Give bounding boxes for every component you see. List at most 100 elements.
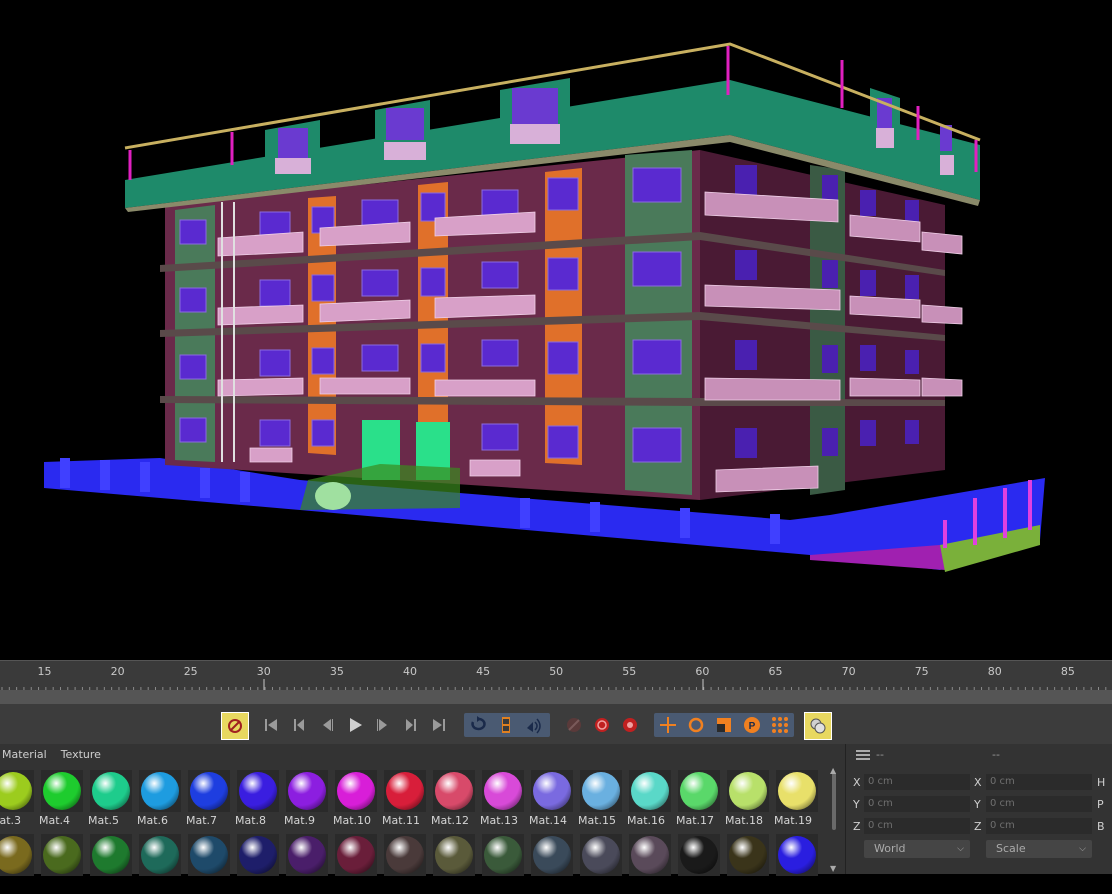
header-right: --	[992, 748, 1000, 761]
timeline-tick-label: 75	[914, 665, 929, 678]
param-key-icon[interactable]	[617, 712, 643, 738]
coordinate-space-value: World	[874, 842, 906, 855]
go-to-end-icon[interactable]	[426, 712, 452, 738]
material-swatch[interactable]	[676, 832, 722, 894]
material-swatch[interactable]: Mat.7	[186, 768, 232, 830]
material-swatch[interactable]: Mat.16	[627, 768, 673, 830]
material-swatch[interactable]	[284, 832, 330, 894]
transform-mode-select[interactable]: Scale ⌵	[986, 840, 1092, 858]
material-ball-icon	[190, 836, 228, 874]
move-icon[interactable]	[655, 712, 681, 738]
material-swatch[interactable]: Mat.3	[0, 768, 36, 830]
material-swatch[interactable]: Mat.17	[676, 768, 722, 830]
material-swatch[interactable]	[529, 832, 575, 894]
record-keys-icon[interactable]	[221, 712, 249, 740]
timeline-tick-label: 15	[37, 665, 52, 678]
timeline-tick-label: 40	[403, 665, 417, 678]
coord-row-y: Y 0 cm Y 0 cm P	[846, 794, 1112, 814]
scroll-down-icon[interactable]: ▼	[830, 864, 836, 873]
scale-z-field[interactable]: 0 cm	[986, 818, 1092, 834]
step-back-icon[interactable]	[314, 712, 340, 738]
material-swatch[interactable]: Mat.14	[529, 768, 575, 830]
loop-icon[interactable]	[465, 712, 491, 738]
material-swatch[interactable]: Mat.5	[88, 768, 134, 830]
material-ball-icon	[386, 772, 424, 810]
rotate-icon[interactable]	[683, 712, 709, 738]
points-icon[interactable]	[767, 712, 793, 738]
material-swatch[interactable]	[431, 832, 477, 894]
material-swatch[interactable]	[333, 832, 379, 894]
position-x-field[interactable]: 0 cm	[864, 774, 970, 790]
timeline-ruler[interactable]: 15 20 25 30 35 40 45 50 55 60 65 70 75 80 85	[0, 660, 1112, 691]
material-swatch[interactable]	[186, 832, 232, 894]
menu-texture[interactable]: Texture	[61, 748, 101, 761]
material-ball-icon	[729, 772, 767, 810]
rotation-h-label: H	[1097, 776, 1106, 789]
material-swatch[interactable]: Mat.11	[382, 768, 428, 830]
material-label: Mat.15	[578, 814, 617, 827]
material-swatch[interactable]: Mat.6	[137, 768, 183, 830]
material-swatch[interactable]	[382, 832, 428, 894]
material-label: Mat.4	[39, 814, 71, 827]
timeline-tick-label: 60	[695, 665, 710, 678]
rotation-key-icon[interactable]	[589, 712, 615, 738]
previous-key-icon[interactable]	[286, 712, 312, 738]
key-icon[interactable]	[561, 712, 587, 738]
material-swatch[interactable]	[235, 832, 281, 894]
material-ball-icon	[533, 836, 571, 874]
film-icon[interactable]	[493, 712, 519, 738]
material-ball-icon	[631, 836, 669, 874]
timeline-tick-label: 80	[987, 665, 1002, 678]
scale-y-field[interactable]: 0 cm	[986, 796, 1092, 812]
chevron-down-icon: ⌵	[1079, 844, 1086, 854]
material-swatch[interactable]	[725, 832, 771, 894]
scale-icon[interactable]	[711, 712, 737, 738]
go-to-start-icon[interactable]	[258, 712, 284, 738]
material-swatch[interactable]: Mat.13	[480, 768, 526, 830]
position-z-field[interactable]: 0 cm	[864, 818, 970, 834]
material-swatch[interactable]	[39, 832, 85, 894]
step-forward-icon[interactable]	[370, 712, 396, 738]
material-swatch[interactable]	[0, 832, 36, 894]
material-swatch[interactable]: Mat.10	[333, 768, 379, 830]
timeline-tick-label: 55	[622, 665, 637, 678]
material-ball-icon	[288, 772, 326, 810]
material-swatch[interactable]	[578, 832, 624, 894]
timeline-scrub-bar[interactable]	[0, 690, 1112, 704]
next-key-icon[interactable]	[398, 712, 424, 738]
position-x-label: X	[853, 776, 861, 789]
timeline-tick-label: 85	[1060, 665, 1075, 678]
play-icon[interactable]	[342, 712, 368, 738]
pla-icon[interactable]: P	[739, 712, 765, 738]
position-y-field[interactable]: 0 cm	[864, 796, 970, 812]
material-swatch[interactable]: Mat.9	[284, 768, 330, 830]
scroll-up-icon[interactable]: ▲	[830, 766, 836, 775]
material-swatch[interactable]	[480, 832, 526, 894]
material-swatch[interactable]	[627, 832, 673, 894]
material-ball-icon	[337, 836, 375, 874]
hamburger-menu-icon[interactable]	[856, 750, 870, 763]
material-swatch[interactable]: Mat.4	[39, 768, 85, 830]
sound-icon[interactable]	[521, 712, 547, 738]
timeline-tick-label: 70	[841, 665, 856, 678]
material-swatch[interactable]: Mat.15	[578, 768, 624, 830]
motion-icon[interactable]	[804, 712, 832, 740]
material-label: Mat.7	[186, 814, 218, 827]
scale-x-field[interactable]: 0 cm	[986, 774, 1092, 790]
material-swatch[interactable]: Mat.8	[235, 768, 281, 830]
menu-material[interactable]: Material	[2, 748, 47, 761]
3d-viewport[interactable]	[0, 0, 1112, 660]
material-swatch[interactable]: Mat.12	[431, 768, 477, 830]
material-swatch[interactable]	[774, 832, 820, 894]
header-left: --	[876, 748, 884, 761]
material-ball-icon	[435, 772, 473, 810]
coordinate-space-select[interactable]: World ⌵	[864, 840, 970, 858]
material-label: Mat.18	[725, 814, 764, 827]
material-label: Mat.11	[382, 814, 421, 827]
material-swatch[interactable]: Mat.18	[725, 768, 771, 830]
position-y-label: Y	[853, 798, 860, 811]
material-swatch[interactable]: Mat.19	[774, 768, 820, 830]
material-swatch[interactable]	[88, 832, 134, 894]
material-swatch[interactable]	[137, 832, 183, 894]
material-scrollbar[interactable]	[832, 772, 836, 830]
